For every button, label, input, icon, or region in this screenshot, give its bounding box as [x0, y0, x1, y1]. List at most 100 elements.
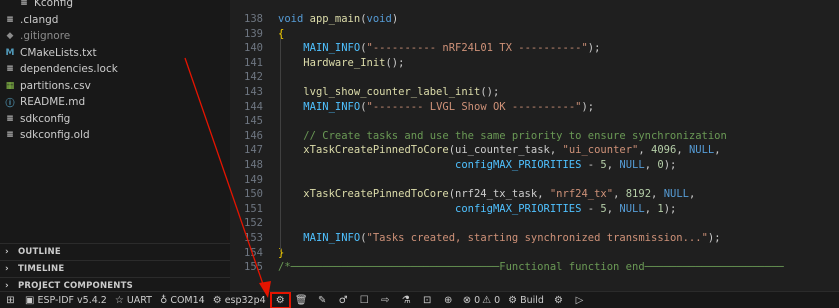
- code-line[interactable]: 140 MAIN_INFO("---------- nRF24L01 TX --…: [230, 41, 839, 56]
- file-item[interactable]: ⓘ README.md: [0, 93, 230, 111]
- code-text: xTaskCreatePinnedToCore(nrf24_tx_task, "…: [303, 188, 696, 201]
- terminal-icon[interactable]: ⊡: [417, 292, 438, 308]
- plug-icon: ♁: [159, 294, 168, 306]
- file-item[interactable]: ≡ .clangd: [0, 11, 230, 29]
- code-line[interactable]: 143 lvgl_show_counter_label_init();: [230, 85, 839, 100]
- flash-method-item[interactable]: ☆ UART: [111, 292, 156, 308]
- code-line[interactable]: 145: [230, 114, 839, 129]
- line-number: 148: [244, 159, 263, 171]
- line-number: 140: [244, 42, 263, 55]
- line-number: 143: [244, 86, 263, 98]
- cmake-icon: M: [5, 47, 15, 58]
- code-line[interactable]: 146 // Create tasks and use the same pri…: [230, 129, 839, 144]
- chevron-right-icon: ›: [5, 246, 9, 257]
- line-number: 142: [244, 71, 263, 84]
- warning-icon: ⚠: [482, 294, 492, 306]
- target-chip-item[interactable]: ⚙ esp32p4: [209, 292, 270, 308]
- lines-icon: ≡: [20, 0, 28, 8]
- line-number: 150: [244, 188, 263, 201]
- flask-icon[interactable]: ⚗: [396, 292, 417, 308]
- code-line[interactable]: 144 MAIN_INFO("-------- LVGL Show OK ---…: [230, 100, 839, 115]
- code-line[interactable]: 150 xTaskCreatePinnedToCore(nrf24_tx_tas…: [230, 187, 839, 202]
- timeline-section-header[interactable]: › TIMELINE: [0, 260, 230, 276]
- code-text: /*─────────────────────────────────Funct…: [278, 261, 784, 274]
- code-line[interactable]: 142: [230, 70, 839, 85]
- file-item[interactable]: ≡ sdkconfig: [0, 110, 230, 128]
- project-components-section-header[interactable]: › PROJECT COMPONENTS: [0, 277, 230, 291]
- debug-icon[interactable]: ⚙: [548, 292, 569, 308]
- chip-icon: ⚙: [212, 294, 222, 306]
- esp-idf-version-item[interactable]: ▣ ESP-IDF v5.4.2: [21, 292, 111, 308]
- chevron-right-icon: ›: [5, 280, 9, 291]
- lines-icon: ≡: [6, 130, 14, 140]
- remote-icon[interactable]: ⊞: [0, 292, 21, 308]
- error-icon: ⊗: [462, 294, 472, 306]
- flash-icon[interactable]: ⇨: [375, 292, 396, 308]
- run-icon[interactable]: ▷: [569, 292, 590, 308]
- outline-section-label: OUTLINE: [18, 246, 61, 257]
- code-line[interactable]: 147 xTaskCreatePinnedToCore(ui_counter_t…: [230, 143, 839, 158]
- indent-guide: [280, 38, 281, 250]
- code-text: }: [278, 246, 285, 259]
- trash-icon[interactable]: 🗑: [291, 292, 312, 308]
- sdk-config-gear-icon[interactable]: ⚙: [269, 291, 291, 308]
- code-text: configMAX_PRIORITIES - 5, NULL, 1);: [455, 202, 677, 215]
- code-text: // Create tasks and use the same priorit…: [278, 129, 727, 142]
- esp-idf-action-icons: ⚙ 🗑 ✎ ♂ ☐ ⇨ ⚗ ⊡ ⊕: [269, 291, 459, 308]
- flame-icon[interactable]: ♂: [333, 292, 354, 308]
- file-item[interactable]: ▦ partitions.csv: [0, 77, 230, 95]
- line-number: 146: [244, 129, 263, 142]
- status-bar: ⊞ ▣ ESP-IDF v5.4.2 ☆ UART ♁ COM14 ⚙ esp3…: [0, 291, 839, 308]
- code-line[interactable]: 152: [230, 216, 839, 231]
- line-number: 155: [244, 261, 263, 274]
- file-item[interactable]: M CMakeLists.txt: [0, 44, 230, 62]
- import-icon[interactable]: ⊕: [438, 292, 459, 308]
- file-name: README.md: [20, 96, 86, 108]
- file-name: partitions.csv: [20, 79, 91, 92]
- file-name: .gitignore: [20, 30, 71, 42]
- line-number: 147: [244, 144, 263, 157]
- code-line[interactable]: 155 /*─────────────────────────────────Fu…: [230, 260, 839, 275]
- code-editor[interactable]: 138 void app_main(void) 139 {140 MAIN_INFO(…: [230, 0, 839, 291]
- code-text: Hardware_Init();: [303, 56, 405, 69]
- chevron-right-icon: ›: [5, 263, 9, 274]
- code-text: MAIN_INFO("---------- nRF24L01 TX ------…: [303, 42, 601, 55]
- file-name: dependencies.lock: [20, 63, 118, 75]
- file-name: CMakeLists.txt: [20, 46, 97, 59]
- gear-icon: ⚙: [508, 294, 518, 306]
- code-line[interactable]: 148 configMAX_PRIORITIES - 5, NULL, 0);: [230, 158, 839, 173]
- code-text: lvgl_show_counter_label_init();: [303, 86, 500, 98]
- file-name: sdkconfig.old: [20, 129, 90, 141]
- star-icon: ☆: [114, 294, 124, 306]
- flash-method-label: UART: [126, 294, 152, 306]
- file-item[interactable]: ≡ dependencies.lock: [0, 60, 230, 78]
- outline-section-header[interactable]: › OUTLINE: [0, 243, 230, 259]
- line-number: 151: [244, 202, 263, 215]
- monitor-icon[interactable]: ☐: [354, 292, 375, 308]
- build-button[interactable]: ⚙ Build: [504, 292, 548, 308]
- code-line[interactable]: 138 void app_main(void): [230, 12, 839, 27]
- code-line[interactable]: 139 {: [230, 27, 839, 42]
- code-text: MAIN_INFO("Tasks created, starting synch…: [303, 232, 721, 244]
- code-line[interactable]: 149: [230, 173, 839, 188]
- code-line[interactable]: 154}: [230, 246, 839, 261]
- project-components-section-label: PROJECT COMPONENTS: [18, 280, 133, 291]
- code-line[interactable]: 141 Hardware_Init();: [230, 56, 839, 71]
- timeline-section-label: TIMELINE: [18, 263, 65, 274]
- warning-count: 0: [494, 294, 501, 306]
- code-text: void app_main(void): [278, 13, 399, 25]
- serial-port-item[interactable]: ♁ COM14: [156, 292, 209, 308]
- lines-icon: ≡: [6, 64, 14, 74]
- lines-icon: ≡: [6, 14, 14, 25]
- git-icon: ◆: [6, 31, 14, 41]
- file-name: sdkconfig: [20, 112, 71, 125]
- code-text: configMAX_PRIORITIES - 5, NULL, 0);: [455, 159, 677, 171]
- file-item[interactable]: ◆ .gitignore: [0, 27, 230, 45]
- code-line[interactable]: 153 MAIN_INFO("Tasks created, starting s…: [230, 231, 839, 246]
- line-number: 145: [244, 115, 263, 128]
- problems-item[interactable]: ⊗ 0 ⚠ 0: [459, 292, 504, 308]
- file-item[interactable]: ≡ sdkconfig.old: [0, 126, 230, 144]
- wrench-icon[interactable]: ✎: [312, 292, 333, 308]
- code-line[interactable]: 151 configMAX_PRIORITIES - 5, NULL, 1);: [230, 202, 839, 217]
- line-number: 139: [244, 27, 263, 40]
